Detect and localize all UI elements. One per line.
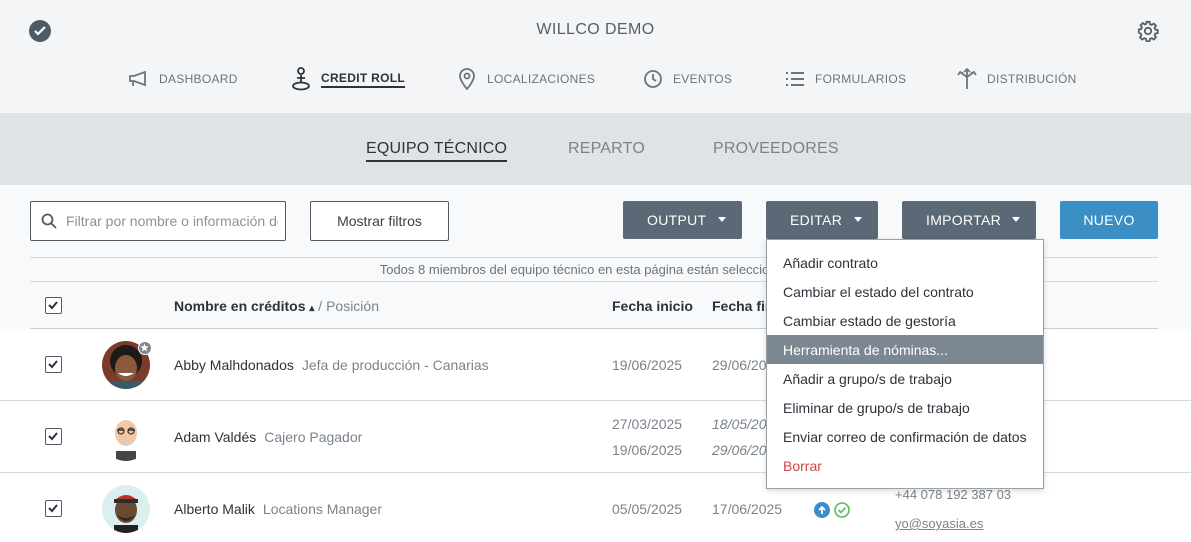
caret-down-icon xyxy=(718,217,726,222)
app-title: WILLCO DEMO xyxy=(536,21,655,38)
edit-button[interactable]: EDITAR xyxy=(766,201,878,239)
nav-item-localizaciones[interactable]: LOCALIZACIONES xyxy=(456,64,595,94)
check-icon xyxy=(48,432,58,441)
name-header-label: Nombre en créditos xyxy=(174,298,306,314)
crew-name[interactable]: Alberto Malik xyxy=(174,501,255,517)
check-icon xyxy=(48,504,58,513)
search-box xyxy=(30,201,286,241)
nav-label: CREDIT ROLL xyxy=(321,71,405,88)
section-tabs: EQUIPO TÉCNICO REPARTO PROVEEDORES xyxy=(0,113,1191,185)
person-stand-icon xyxy=(290,67,312,91)
end-date: 17/06/2025 xyxy=(712,501,783,517)
nav-item-distribucion[interactable]: DISTRIBUCIÓN xyxy=(956,64,1077,94)
contact-phone: +44 078 192 387 03 xyxy=(895,487,1012,502)
row-checkbox[interactable] xyxy=(45,500,62,517)
check-icon xyxy=(48,360,58,369)
crew-position: Locations Manager xyxy=(262,501,382,517)
gear-icon[interactable] xyxy=(1137,20,1159,42)
nav-label: FORMULARIOS xyxy=(815,72,907,86)
start-date: 05/05/2025 xyxy=(612,501,683,517)
clock-icon xyxy=(642,68,664,90)
search-icon xyxy=(41,213,57,229)
caret-down-icon xyxy=(854,217,862,222)
avatar xyxy=(102,485,150,533)
tab-equipo-tecnico[interactable]: EQUIPO TÉCNICO xyxy=(366,140,508,162)
arrow-up-circle-icon xyxy=(814,502,830,518)
menu-item-add-to-workgroups[interactable]: Añadir a grupo/s de trabajo xyxy=(767,364,1043,393)
menu-item-add-contract[interactable]: Añadir contrato xyxy=(767,248,1043,277)
new-button[interactable]: NUEVO xyxy=(1060,201,1158,239)
distribution-icon xyxy=(956,68,978,90)
nav-item-credit-roll[interactable]: CREDIT ROLL xyxy=(290,64,405,94)
output-label: OUTPUT xyxy=(647,212,707,228)
crew-member: Adam Valdés Cajero Pagador xyxy=(174,429,362,445)
nav-label: EVENTOS xyxy=(673,72,733,86)
contact-email-link[interactable]: yo@soyasia.es xyxy=(895,516,983,531)
show-filters-button[interactable]: Mostrar filtros xyxy=(310,201,449,241)
nav-label: LOCALIZACIONES xyxy=(487,72,596,86)
status-icons xyxy=(814,502,850,518)
import-button[interactable]: IMPORTAR xyxy=(902,201,1036,239)
nav-item-eventos[interactable]: EVENTOS xyxy=(642,64,732,94)
tab-proveedores[interactable]: PROVEEDORES xyxy=(713,140,839,158)
tab-reparto[interactable]: REPARTO xyxy=(568,140,645,158)
start-date: 19/06/2025 xyxy=(612,357,683,373)
output-button[interactable]: OUTPUT xyxy=(623,201,742,239)
check-circle-icon xyxy=(834,502,850,518)
check-icon xyxy=(48,301,58,310)
column-start-date-header[interactable]: Fecha inicio xyxy=(612,298,693,314)
caret-down-icon xyxy=(1012,217,1020,222)
menu-item-change-payroll-agency-status[interactable]: Cambiar estado de gestoría xyxy=(767,306,1043,335)
import-label: IMPORTAR xyxy=(926,212,1001,228)
start-date: 27/03/2025 xyxy=(612,416,683,432)
edit-dropdown-menu: Añadir contrato Cambiar el estado del co… xyxy=(766,239,1044,489)
menu-item-payroll-tool[interactable]: Herramienta de nóminas... xyxy=(767,335,1043,364)
menu-item-send-confirmation-email[interactable]: Enviar correo de confirmación de datos xyxy=(767,422,1043,451)
search-input[interactable] xyxy=(66,210,278,232)
top-bar: WILLCO DEMO DASHBOARD CREDIT ROLL LOCALI… xyxy=(0,0,1191,113)
crew-name[interactable]: Adam Valdés xyxy=(174,429,256,445)
column-name-header[interactable]: Nombre en créditos ▴ / Posición xyxy=(174,298,379,314)
crew-position: Jefa de producción - Canarias xyxy=(301,357,489,373)
edit-label: EDITAR xyxy=(790,212,843,228)
position-header-label: / Posición xyxy=(318,298,379,314)
map-pin-icon xyxy=(456,68,478,90)
column-end-date-header[interactable]: Fecha fin xyxy=(712,298,773,314)
nav-label: DISTRIBUCIÓN xyxy=(987,72,1077,86)
nav-label: DASHBOARD xyxy=(159,72,238,86)
row-checkbox[interactable] xyxy=(45,356,62,373)
sort-asc-icon: ▴ xyxy=(309,303,315,314)
crew-position: Cajero Pagador xyxy=(264,429,363,445)
crew-member: Alberto Malik Locations Manager xyxy=(174,501,382,517)
select-all-checkbox[interactable] xyxy=(45,297,62,314)
menu-item-change-contract-status[interactable]: Cambiar el estado del contrato xyxy=(767,277,1043,306)
star-badge-icon xyxy=(138,341,152,355)
list-icon xyxy=(784,68,806,90)
main-nav: DASHBOARD CREDIT ROLL LOCALIZACIONES EVE… xyxy=(0,64,1191,94)
nav-item-dashboard[interactable]: DASHBOARD xyxy=(128,64,238,94)
crew-member: Abby Malhdonados Jefa de producción - Can… xyxy=(174,357,489,373)
row-checkbox[interactable] xyxy=(45,428,62,445)
avatar xyxy=(102,413,150,461)
megaphone-icon xyxy=(128,68,150,90)
start-date: 19/06/2025 xyxy=(612,442,683,458)
crew-name[interactable]: Abby Malhdonados xyxy=(174,357,294,373)
menu-item-remove-from-workgroups[interactable]: Eliminar de grupo/s de trabajo xyxy=(767,393,1043,422)
menu-item-delete[interactable]: Borrar xyxy=(767,451,1043,480)
nav-item-formularios[interactable]: FORMULARIOS xyxy=(784,64,906,94)
